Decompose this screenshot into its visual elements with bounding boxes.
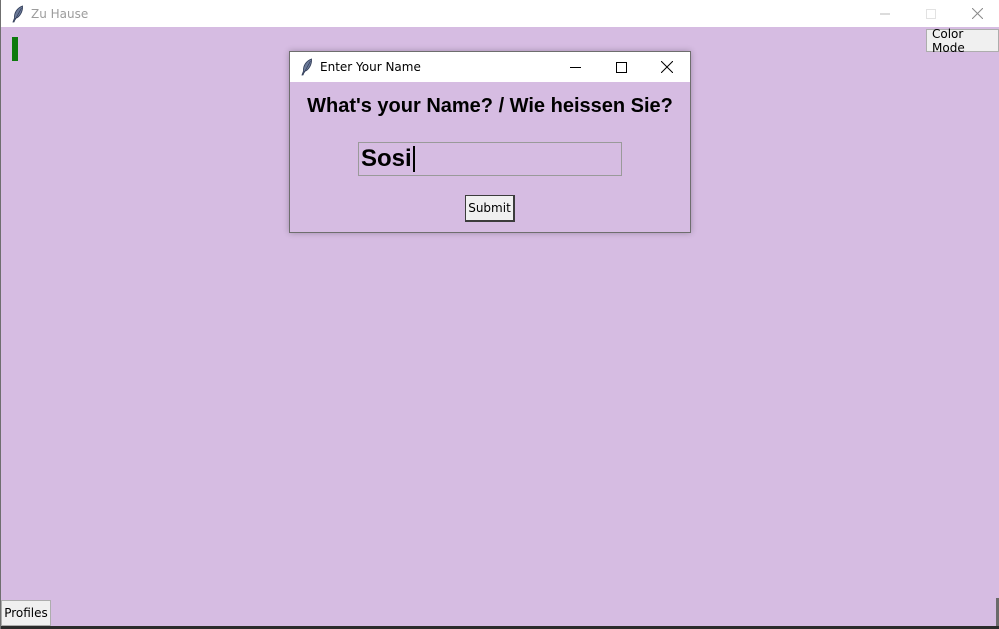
dialog-minimize-button[interactable] bbox=[552, 52, 598, 82]
color-mode-button[interactable]: Color Mode bbox=[926, 27, 999, 55]
close-icon bbox=[971, 8, 983, 19]
minimize-button[interactable] bbox=[862, 0, 908, 27]
close-icon bbox=[661, 61, 673, 73]
minimize-icon bbox=[880, 13, 890, 14]
main-window-controls bbox=[862, 0, 999, 27]
feather-icon bbox=[11, 4, 25, 23]
dialog-window-controls bbox=[552, 52, 690, 82]
name-input[interactable]: Sosi bbox=[358, 142, 622, 176]
dialog-title: Enter Your Name bbox=[320, 60, 421, 74]
submit-button[interactable]: Submit bbox=[465, 195, 515, 222]
dialog-maximize-button[interactable] bbox=[598, 52, 644, 82]
main-titlebar[interactable]: Zu Hause bbox=[1, 0, 999, 27]
profiles-button[interactable]: Profiles bbox=[1, 600, 51, 626]
minimize-icon bbox=[569, 66, 581, 68]
maximize-icon bbox=[926, 8, 936, 19]
name-dialog: Enter Your Name What's your Name? / Wie … bbox=[289, 51, 691, 233]
feather-icon bbox=[300, 58, 314, 76]
dialog-titlebar[interactable]: Enter Your Name bbox=[290, 52, 690, 82]
name-input-value: Sosi bbox=[361, 145, 412, 172]
dialog-close-button[interactable] bbox=[644, 52, 690, 82]
window-title: Zu Hause bbox=[31, 6, 89, 21]
name-prompt: What's your Name? / Wie heissen Sie? bbox=[307, 95, 673, 117]
maximize-icon bbox=[615, 61, 627, 73]
text-caret bbox=[412, 146, 415, 172]
close-button[interactable] bbox=[954, 0, 999, 27]
main-window: Zu Hause Color Mode Profiles Enter Your … bbox=[0, 0, 999, 629]
maximize-button[interactable] bbox=[908, 0, 954, 27]
status-indicator bbox=[12, 37, 18, 61]
